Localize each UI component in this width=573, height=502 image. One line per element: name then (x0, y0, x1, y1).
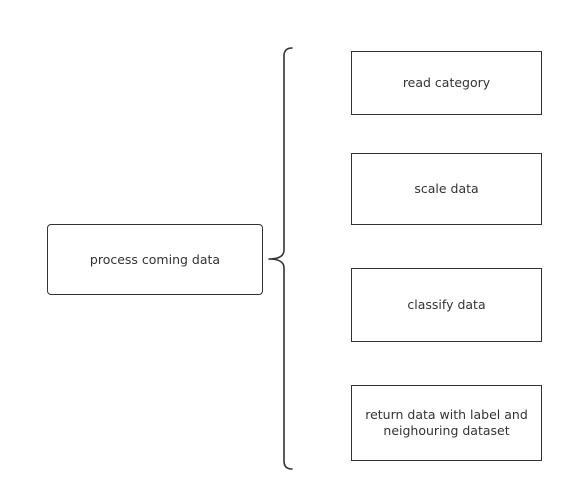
child-node-read-category[interactable]: read category (351, 51, 542, 115)
child-node-label: read category (402, 75, 491, 90)
child-node-classify-data[interactable]: classify data (351, 268, 542, 342)
child-node-label: classify data (407, 297, 486, 312)
child-node-scale-data[interactable]: scale data (351, 153, 542, 225)
child-node-label: return data with label and neighouring d… (365, 407, 528, 438)
bracket-line (268, 47, 293, 470)
child-node-label: scale data (414, 181, 479, 196)
child-node-return-data[interactable]: return data with label and neighouring d… (351, 385, 542, 461)
root-node-process-coming-data[interactable]: process coming data (47, 224, 263, 295)
root-node-label: process coming data (89, 251, 221, 267)
